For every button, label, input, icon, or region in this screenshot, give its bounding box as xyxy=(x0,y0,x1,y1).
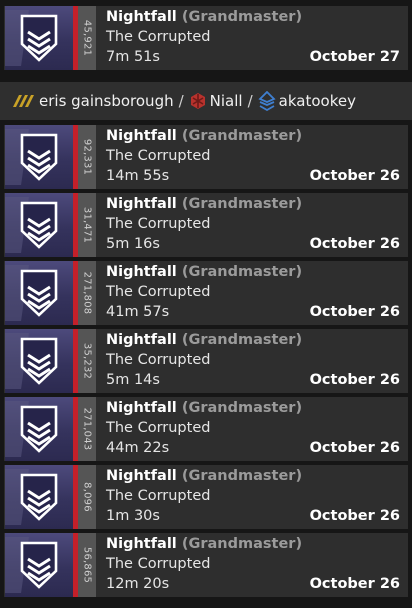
nightfall-emblem xyxy=(5,465,73,529)
activity-card[interactable]: 8,096 Nightfall (Grandmaster) The Corrup… xyxy=(4,465,408,529)
activity-difficulty: (Grandmaster) xyxy=(181,332,303,348)
nightfall-emblem xyxy=(5,329,73,393)
nightfall-emblem xyxy=(5,261,73,325)
activity-name: The Corrupted xyxy=(106,352,211,368)
nightfall-chevron-icon xyxy=(20,473,58,521)
activity-mode: Nightfall xyxy=(106,196,177,212)
activity-date: October 26 xyxy=(309,440,400,456)
activity-name: The Corrupted xyxy=(106,420,211,436)
activity-mode: Nightfall xyxy=(106,264,177,280)
nightfall-chevron-icon xyxy=(20,201,58,249)
activity-name: The Corrupted xyxy=(106,29,211,45)
nightfall-emblem xyxy=(5,193,73,257)
activity-score: 56,865 xyxy=(78,533,96,597)
activity-difficulty: (Grandmaster) xyxy=(181,536,303,552)
activity-mode: Nightfall xyxy=(106,332,177,348)
activity-title: Nightfall (Grandmaster) xyxy=(106,196,302,212)
activity-date: October 26 xyxy=(309,304,400,320)
fireteam-header: eris gainsborough / Niall / akatookey xyxy=(0,82,412,120)
activity-difficulty: (Grandmaster) xyxy=(181,128,303,144)
warlock-class-icon xyxy=(258,91,276,111)
activity-title: Nightfall (Grandmaster) xyxy=(106,332,302,348)
activity-difficulty: (Grandmaster) xyxy=(181,9,303,25)
activity-card[interactable]: 271,808 Nightfall (Grandmaster) The Corr… xyxy=(4,261,408,325)
fireteam-member-name: akatookey xyxy=(278,92,356,110)
nightfall-chevron-icon xyxy=(20,541,58,589)
activity-title: Nightfall (Grandmaster) xyxy=(106,400,302,416)
activity-mode: Nightfall xyxy=(106,9,177,25)
activity-card[interactable]: 92,331 Nightfall (Grandmaster) The Corru… xyxy=(4,125,408,189)
activity-duration: 14m 55s xyxy=(106,168,170,184)
activity-title: Nightfall (Grandmaster) xyxy=(106,264,302,280)
activity-title: Nightfall (Grandmaster) xyxy=(106,128,302,144)
nightfall-emblem xyxy=(5,533,73,597)
nightfall-chevron-icon xyxy=(20,133,58,181)
activity-score: 31,471 xyxy=(78,193,96,257)
activity-name: The Corrupted xyxy=(106,556,211,572)
activity-name: The Corrupted xyxy=(106,148,211,164)
fireteam-member[interactable]: akatookey xyxy=(258,91,356,111)
activity-difficulty: (Grandmaster) xyxy=(181,264,303,280)
fireteam-member-name: Niall xyxy=(209,92,243,110)
activity-duration: 5m 16s xyxy=(106,236,160,252)
nightfall-chevron-icon xyxy=(20,14,58,62)
activity-duration: 5m 14s xyxy=(106,372,160,388)
activity-date: October 26 xyxy=(309,168,400,184)
fireteam-separator: / xyxy=(247,92,253,110)
activity-duration: 7m 51s xyxy=(106,49,160,65)
activity-difficulty: (Grandmaster) xyxy=(181,196,303,212)
activity-duration: 44m 22s xyxy=(106,440,170,456)
nightfall-chevron-icon xyxy=(20,269,58,317)
activity-name: The Corrupted xyxy=(106,216,211,232)
nightfall-emblem xyxy=(5,397,73,461)
activity-date: October 26 xyxy=(309,508,400,524)
fireteam-separator: / xyxy=(178,92,184,110)
activity-difficulty: (Grandmaster) xyxy=(181,400,303,416)
fireteam-member-name: eris gainsborough xyxy=(39,92,174,110)
activity-date: October 26 xyxy=(309,576,400,592)
hunter-class-icon xyxy=(13,95,34,107)
activity-date: October 26 xyxy=(309,236,400,252)
activity-score: 271,808 xyxy=(78,261,96,325)
activity-duration: 1m 30s xyxy=(106,508,160,524)
nightfall-emblem xyxy=(5,125,73,189)
nightfall-chevron-icon xyxy=(20,337,58,385)
activity-score: 92,331 xyxy=(78,125,96,189)
activity-score: 45,921 xyxy=(78,6,96,70)
activity-date: October 27 xyxy=(309,49,400,65)
activity-title: Nightfall (Grandmaster) xyxy=(106,536,302,552)
activity-score: 8,096 xyxy=(78,465,96,529)
activity-title: Nightfall (Grandmaster) xyxy=(106,468,302,484)
activity-mode: Nightfall xyxy=(106,128,177,144)
activity-card[interactable]: 271,043 Nightfall (Grandmaster) The Corr… xyxy=(4,397,408,461)
activity-mode: Nightfall xyxy=(106,468,177,484)
activity-mode: Nightfall xyxy=(106,400,177,416)
activity-duration: 12m 20s xyxy=(106,576,170,592)
activity-duration: 41m 57s xyxy=(106,304,170,320)
fireteam-member[interactable]: eris gainsborough xyxy=(12,92,174,110)
activity-name: The Corrupted xyxy=(106,488,211,504)
activity-card[interactable]: 35,232 Nightfall (Grandmaster) The Corru… xyxy=(4,329,408,393)
activity-card[interactable]: 56,865 Nightfall (Grandmaster) The Corru… xyxy=(4,533,408,597)
activity-mode: Nightfall xyxy=(106,536,177,552)
activity-name: The Corrupted xyxy=(106,284,211,300)
activity-card[interactable]: 31,471 Nightfall (Grandmaster) The Corru… xyxy=(4,193,408,257)
nightfall-emblem xyxy=(5,6,73,70)
activity-score: 271,043 xyxy=(78,397,96,461)
activity-card[interactable]: 45,921 Nightfall (Grandmaster) The Corru… xyxy=(4,6,408,70)
activity-score: 35,232 xyxy=(78,329,96,393)
nightfall-chevron-icon xyxy=(20,405,58,453)
titan-class-icon xyxy=(190,93,205,109)
fireteam-member[interactable]: Niall xyxy=(189,92,243,110)
activity-date: October 26 xyxy=(309,372,400,388)
activity-title: Nightfall (Grandmaster) xyxy=(106,9,302,25)
activity-difficulty: (Grandmaster) xyxy=(181,468,303,484)
